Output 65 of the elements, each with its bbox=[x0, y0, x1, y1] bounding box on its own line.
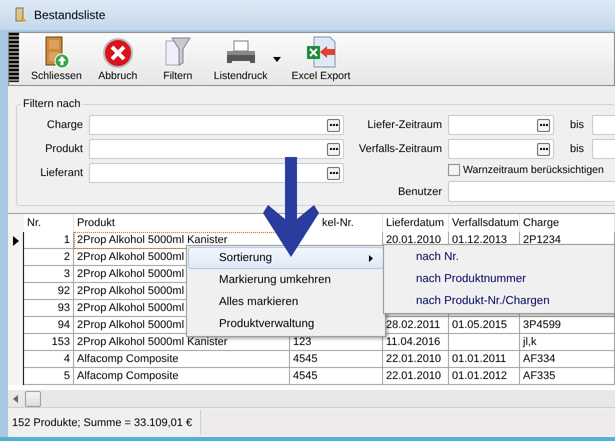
table-cell: 4545 bbox=[290, 351, 383, 368]
column-header[interactable]: Lieferdatum bbox=[386, 217, 444, 229]
table-cell: 153 bbox=[24, 334, 74, 351]
input-field[interactable] bbox=[89, 163, 344, 183]
ellipsis-button[interactable] bbox=[537, 118, 550, 132]
dropdown-arrow-icon[interactable] bbox=[273, 57, 282, 62]
group-title: Filtern nach bbox=[22, 98, 82, 111]
column-header[interactable]: Verfallsdatum bbox=[452, 217, 519, 229]
date-field[interactable] bbox=[448, 139, 554, 159]
table-cell: 3 bbox=[24, 266, 74, 283]
row-header[interactable] bbox=[8, 368, 24, 385]
table-cell: 22.01.2010 bbox=[383, 351, 449, 368]
toolbar-button[interactable]: Listendruck bbox=[208, 39, 274, 82]
column-header[interactable]: Nr. bbox=[27, 217, 42, 229]
menu-item[interactable]: Sortierung bbox=[188, 247, 384, 269]
toolbar-grip[interactable] bbox=[9, 33, 19, 82]
field-label: Charge bbox=[46, 119, 83, 131]
toolbar-button[interactable]: Filtern bbox=[148, 35, 208, 82]
status-text: 152 Produkte; Summe = 33.109,01 € bbox=[11, 416, 194, 428]
scrollbar-thumb[interactable] bbox=[25, 390, 41, 406]
column-header[interactable]: Produkt bbox=[77, 217, 115, 229]
input-field[interactable] bbox=[448, 181, 615, 202]
column-header[interactable]: Charge bbox=[523, 217, 560, 229]
field-label: Lieferant bbox=[39, 167, 83, 179]
toolbar-button[interactable]: Abbruch bbox=[88, 37, 148, 82]
table-cell: 01.05.2015 bbox=[449, 317, 520, 334]
ellipsis-button[interactable] bbox=[537, 142, 550, 156]
table-cell: 3P4599 bbox=[520, 317, 615, 334]
ellipsis-button[interactable] bbox=[327, 118, 340, 132]
table-cell bbox=[449, 334, 520, 351]
field-label: bis bbox=[569, 143, 586, 155]
field-label: Produkt bbox=[44, 143, 83, 155]
checkbox[interactable] bbox=[448, 164, 460, 176]
table-cell: 1 bbox=[24, 232, 74, 249]
field-label: Verfalls-Zeitraum bbox=[358, 143, 442, 155]
table-cell: 93 bbox=[24, 300, 74, 317]
submenu-arrow-icon bbox=[369, 254, 373, 262]
field-label: Benutzer bbox=[396, 186, 442, 198]
table-cell: Alfacomp Composite bbox=[74, 351, 290, 368]
ellipsis-button[interactable] bbox=[327, 142, 340, 156]
toolbar-button[interactable]: Excel Export bbox=[285, 35, 356, 82]
menu-item[interactable]: nach Nr. bbox=[385, 246, 613, 268]
table-cell: 92 bbox=[24, 283, 74, 300]
horizontal-scrollbar[interactable] bbox=[8, 390, 615, 407]
table-cell: 2 bbox=[24, 249, 74, 266]
cancel-icon bbox=[102, 37, 134, 69]
column-header[interactable]: kel-Nr. bbox=[322, 217, 354, 229]
table-cell: 94 bbox=[24, 317, 74, 334]
toolbar-button[interactable]: Schliessen bbox=[25, 35, 88, 82]
menu-item[interactable]: nach Produktnummer bbox=[385, 268, 613, 290]
table-cell: 4 bbox=[24, 351, 74, 368]
input-field[interactable] bbox=[89, 139, 344, 159]
input-field[interactable] bbox=[89, 115, 344, 135]
field-label: bis bbox=[569, 119, 586, 131]
date-field[interactable] bbox=[448, 115, 554, 135]
menu-item[interactable]: nach Produkt-Nr./Chargen bbox=[385, 290, 613, 312]
app-icon bbox=[14, 7, 28, 23]
window-title: Bestandsliste bbox=[34, 8, 106, 22]
field-label: Liefer-Zeitraum bbox=[366, 119, 442, 131]
table-cell: AF334 bbox=[520, 351, 615, 368]
table-cell: jl,k bbox=[520, 334, 615, 351]
ellipsis-button[interactable] bbox=[327, 166, 340, 180]
checkbox-label: Warnzeitraum berücksichtigen bbox=[463, 164, 604, 176]
table-cell: 01.01.2011 bbox=[449, 351, 520, 368]
scroll-left-icon[interactable] bbox=[13, 394, 19, 402]
